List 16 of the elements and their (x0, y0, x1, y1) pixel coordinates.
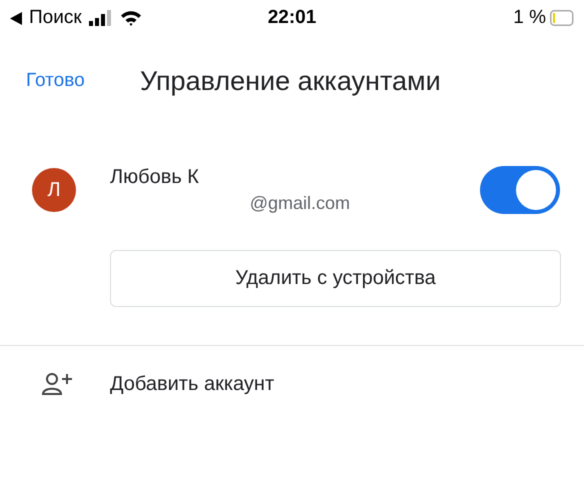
wifi-icon (120, 10, 142, 26)
back-arrow-icon[interactable] (10, 12, 22, 24)
account-toggle[interactable] (480, 166, 560, 214)
battery-icon (550, 10, 574, 26)
back-label[interactable]: Поиск (29, 7, 82, 29)
add-account-link[interactable]: Добавить аккаунт (110, 372, 274, 396)
screen-title: Управление аккаунтами (140, 66, 441, 96)
remove-from-device-button[interactable]: Удалить с устройства (110, 250, 561, 307)
add-person-icon[interactable] (42, 372, 74, 396)
battery-percent: 1 % (513, 7, 546, 29)
account-name: Любовь К (110, 166, 200, 189)
account-email: @gmail.com (250, 193, 350, 214)
status-time: 22:01 (268, 7, 316, 29)
signal-icon (88, 10, 113, 26)
avatar: Л (32, 168, 76, 212)
done-button[interactable]: Готово (26, 70, 140, 92)
